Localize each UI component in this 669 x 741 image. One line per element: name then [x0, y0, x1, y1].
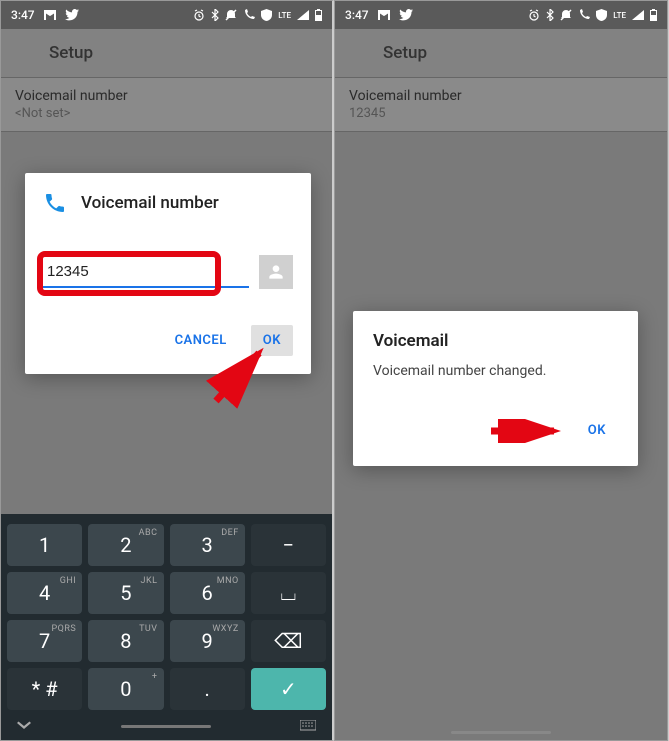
setting-value: 12345: [349, 106, 653, 121]
setting-title: Voicemail number: [15, 88, 318, 104]
person-icon: [266, 262, 286, 282]
battery-icon: [650, 9, 657, 21]
voicemail-number-setting[interactable]: Voicemail number 12345: [335, 77, 667, 132]
dialog-message: Voicemail number changed.: [373, 363, 618, 379]
pick-contact-button[interactable]: [259, 255, 293, 289]
bluetooth-icon: [211, 9, 219, 21]
keyboard-switch-icon[interactable]: [300, 720, 316, 732]
gmail-icon: [377, 10, 391, 20]
voicemail-number-dialog: Voicemail number CANCEL OK: [25, 173, 311, 374]
status-time: 3:47: [11, 8, 35, 22]
signal-icon: [297, 10, 309, 20]
dnd-icon: [225, 9, 237, 21]
key-.[interactable]: .: [170, 668, 245, 710]
bluetooth-icon: [546, 9, 554, 21]
dnd-icon: [560, 9, 572, 21]
page-title: Setup: [383, 43, 427, 63]
key-⌴[interactable]: ⌴: [251, 572, 326, 614]
status-bar: 3:47 LTE: [1, 1, 332, 29]
page-title: Setup: [49, 43, 93, 63]
key-⌫[interactable]: ⌫: [251, 620, 326, 662]
setting-title: Voicemail number: [349, 88, 653, 104]
key-2[interactable]: 2ABC: [88, 524, 163, 566]
keyboard-collapse-icon[interactable]: [17, 721, 31, 731]
twitter-icon: [65, 9, 79, 21]
keyboard-handle: [121, 725, 211, 728]
key-−[interactable]: −: [251, 524, 326, 566]
key-9[interactable]: 9WXYZ: [170, 620, 245, 662]
ok-button[interactable]: OK: [576, 415, 618, 446]
key-6[interactable]: 6MNO: [170, 572, 245, 614]
status-bar: 3:47 LTE: [335, 1, 667, 29]
wifi-calling-icon: [243, 9, 255, 21]
nav-handle: [451, 731, 551, 734]
setting-value: <Not set>: [15, 106, 318, 121]
dialog-title: Voicemail number: [81, 193, 219, 213]
ok-button[interactable]: OK: [251, 325, 293, 356]
lte-label: LTE: [278, 11, 291, 20]
key-✓[interactable]: ✓: [251, 668, 326, 710]
lte-label: LTE: [613, 11, 626, 20]
key-3[interactable]: 3DEF: [170, 524, 245, 566]
voicemail-number-setting[interactable]: Voicemail number <Not set>: [1, 77, 332, 132]
key-8[interactable]: 8TUV: [88, 620, 163, 662]
dialog-title: Voicemail: [373, 331, 618, 351]
phone-icon: [43, 191, 67, 215]
key-1[interactable]: 1: [7, 524, 82, 566]
key-5[interactable]: 5JKL: [88, 572, 163, 614]
cancel-button[interactable]: CANCEL: [163, 325, 239, 356]
alarm-icon: [193, 9, 205, 21]
key-0[interactable]: 0+: [88, 668, 163, 710]
app-header: Setup: [1, 29, 332, 77]
phone-screen-right: 3:47 LTE Setup Voicemail number 12345 Vo…: [334, 0, 668, 741]
status-time: 3:47: [345, 8, 369, 22]
voicemail-number-input[interactable]: [43, 257, 249, 288]
gmail-icon: [43, 10, 57, 20]
app-header: Setup: [335, 29, 667, 77]
key-* #[interactable]: * #: [7, 668, 82, 710]
battery-icon: [315, 9, 322, 21]
key-4[interactable]: 4GHI: [7, 572, 82, 614]
signal-icon: [632, 10, 644, 20]
key-7[interactable]: 7PQRS: [7, 620, 82, 662]
voicemail-changed-dialog: Voicemail Voicemail number changed. OK: [353, 311, 638, 466]
twitter-icon: [399, 9, 413, 21]
numeric-keyboard: 12ABC3DEF− 4GHI5JKL6MNO⌴ 7PQRS8TUV9WXYZ⌫ * …: [1, 514, 332, 740]
phone-screen-left: 3:47 LTE Setup Voicemail number <Not set…: [0, 0, 334, 741]
shield-icon: [261, 9, 272, 21]
annotation-arrow-ok: [486, 419, 566, 443]
shield-icon: [596, 9, 607, 21]
wifi-calling-icon: [578, 9, 590, 21]
alarm-icon: [528, 9, 540, 21]
